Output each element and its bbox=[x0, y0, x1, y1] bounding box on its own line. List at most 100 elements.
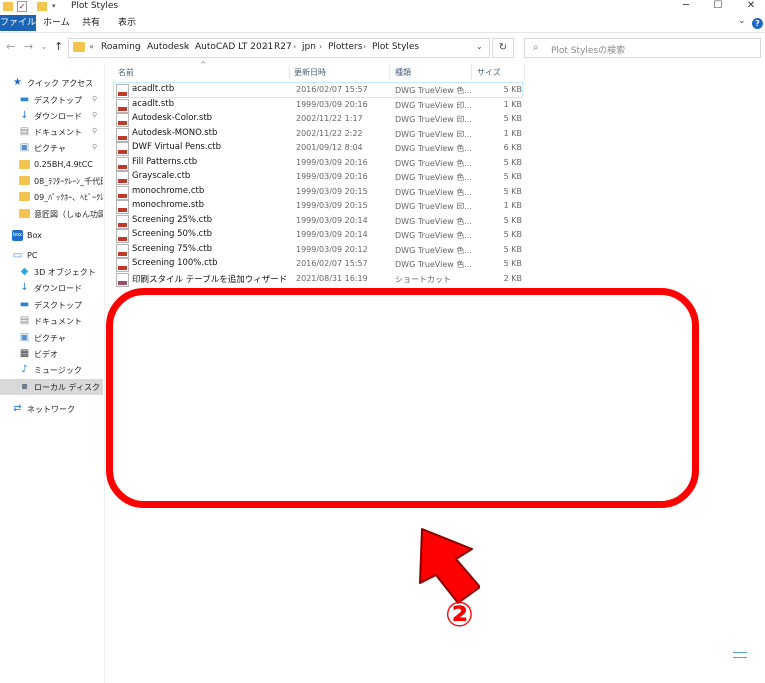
details-view-icon[interactable] bbox=[733, 652, 747, 658]
file-row[interactable]: monochrome.stb 1999/03/09 20:15 DWG TrueVi… bbox=[114, 199, 522, 214]
file-row[interactable]: monochrome.ctb 1999/03/09 20:15 DWG TrueVi… bbox=[114, 185, 522, 200]
sidebar-item[interactable]: ♪ ミュージック bbox=[0, 362, 103, 378]
file-row[interactable]: Autodesk-MONO.stb 2002/11/22 2:22 DWG True… bbox=[114, 127, 522, 142]
breadcrumb-plot-styles[interactable]: Plot Styles bbox=[372, 42, 419, 52]
breadcrumb-autodesk[interactable]: Autodesk bbox=[147, 42, 189, 52]
sidebar-item-label: 意匠図（しゅん功図ﾅ bbox=[34, 210, 103, 219]
plot-style-file-icon bbox=[116, 84, 129, 98]
column-header-size[interactable]: サイズ bbox=[477, 67, 501, 78]
file-type: DWG TrueView 色... bbox=[395, 216, 472, 226]
help-icon[interactable]: ? bbox=[752, 18, 763, 29]
file-row[interactable]: Screening 50%.ctb 1999/03/09 20:14 DWG Tru… bbox=[114, 228, 522, 243]
properties-icon[interactable]: ✓ bbox=[17, 1, 27, 12]
file-row[interactable]: 印刷スタイル テーブルを追加ウィザード 2021/08/31 16:19 ショートカ… bbox=[114, 272, 522, 287]
file-row[interactable]: acadlt.stb 1999/03/09 20:16 DWG TrueView 印… bbox=[114, 98, 522, 113]
file-size: 5 KB bbox=[503, 244, 522, 254]
sidebar-item[interactable]: ▬ デスクトップ bbox=[0, 297, 103, 313]
sidebar-item[interactable]: 0.25BH,4.9tCC bbox=[0, 157, 103, 173]
maximize-button[interactable]: ☐ bbox=[707, 0, 729, 13]
file-row[interactable]: Grayscale.ctb 1999/03/09 20:16 DWG TrueVie… bbox=[114, 170, 522, 185]
search-box[interactable]: ⌕ Plot Stylesの検索 bbox=[524, 38, 761, 58]
search-input[interactable]: Plot Stylesの検索 bbox=[551, 43, 625, 56]
address-bar[interactable]: « Roaming › Autodesk › AutoCAD LT 2021 ›… bbox=[68, 38, 490, 58]
file-row[interactable]: DWF Virtual Pens.ctb 2001/09/12 8:04 DWG T… bbox=[114, 141, 522, 156]
sidebar-item[interactable]: ⇄ ネットワーク bbox=[0, 401, 103, 417]
file-row[interactable]: Fill Patterns.ctb 1999/03/09 20:16 DWG Tru… bbox=[114, 156, 522, 171]
tab-home[interactable]: ホーム bbox=[43, 15, 70, 31]
recent-locations-icon[interactable]: ⌄ bbox=[40, 42, 48, 52]
sidebar-item[interactable]: ▬ デスクトップ ⚲ bbox=[0, 92, 103, 108]
ribbon-expand-icon[interactable]: ⌄ bbox=[738, 16, 746, 26]
file-row[interactable]: Screening 25%.ctb 1999/03/09 20:14 DWG Tru… bbox=[114, 214, 522, 229]
file-row[interactable]: Screening 100%.ctb 2016/02/07 15:57 DWG Tr… bbox=[114, 257, 522, 272]
folder-icon bbox=[19, 209, 30, 218]
column-header-name[interactable]: 名前 bbox=[118, 67, 134, 78]
sort-ascending-icon: ^ bbox=[200, 60, 207, 69]
breadcrumb-roaming[interactable]: Roaming bbox=[101, 42, 141, 52]
minimize-button[interactable]: ─ bbox=[675, 0, 697, 13]
back-button[interactable]: ← bbox=[6, 40, 15, 53]
sidebar-item[interactable]: 08_ﾗﾌﾀｰｸﾚｰﾝ_千代田 bbox=[0, 173, 103, 189]
file-type: DWG TrueView 色... bbox=[395, 231, 472, 240]
sidebar-item[interactable]: ★ クイック アクセス bbox=[0, 75, 103, 91]
column-divider[interactable] bbox=[289, 65, 290, 79]
sidebar-item[interactable]: 意匠図（しゅん功図ﾅ bbox=[0, 206, 103, 222]
column-divider[interactable] bbox=[471, 65, 472, 79]
sidebar-item[interactable]: ▪ ローカル ディスク (C:) bbox=[0, 379, 103, 395]
box-icon: box bbox=[12, 230, 23, 241]
sidebar-item[interactable]: ◆ 3D オブジェクト bbox=[0, 264, 103, 280]
sidebar-item[interactable]: 09_ﾊﾞｯｸﾎｰ、ﾍﾋﾞｰｸﾚｲﾄ bbox=[0, 189, 103, 205]
search-icon: ⌕ bbox=[533, 42, 539, 53]
close-button[interactable]: ✕ bbox=[740, 0, 762, 13]
documents-icon: ▤ bbox=[19, 315, 30, 326]
sidebar-item[interactable]: ↓ ダウンロード bbox=[0, 280, 103, 296]
column-header-type[interactable]: 種類 bbox=[395, 67, 411, 78]
sidebar-item[interactable]: ▣ ピクチャ bbox=[0, 330, 103, 346]
column-header-date[interactable]: 更新日時 bbox=[294, 67, 326, 78]
pin-icon: ⚲ bbox=[92, 95, 98, 103]
tab-share[interactable]: 共有 bbox=[82, 15, 100, 31]
sidebar-item[interactable]: ▤ ドキュメント ⚲ bbox=[0, 124, 103, 140]
file-size: 5 KB bbox=[503, 230, 522, 239]
sidebar-item[interactable]: ▣ ピクチャ ⚲ bbox=[0, 140, 103, 156]
breadcrumb-autocad[interactable]: AutoCAD LT 2021 bbox=[195, 42, 273, 52]
column-divider[interactable] bbox=[389, 65, 390, 79]
file-row[interactable]: acadlt.ctb 2016/02/07 15:57 DWG TrueView 色… bbox=[113, 82, 523, 98]
up-button[interactable]: ↑ bbox=[54, 40, 63, 53]
file-date: 2002/11/22 2:22 bbox=[296, 128, 363, 138]
file-size: 1 KB bbox=[503, 99, 522, 109]
column-divider[interactable] bbox=[524, 65, 525, 79]
chevron-right-icon: › bbox=[265, 42, 269, 51]
file-row[interactable]: Screening 75%.ctb 1999/03/09 20:12 DWG Tru… bbox=[114, 243, 522, 258]
breadcrumb-overflow[interactable]: « bbox=[89, 42, 94, 51]
forward-button[interactable]: → bbox=[24, 40, 33, 53]
desktop-icon: ▬ bbox=[19, 94, 30, 105]
file-size: 5 KB bbox=[503, 259, 522, 268]
new-folder-icon[interactable] bbox=[37, 2, 47, 11]
file-date: 1999/03/09 20:14 bbox=[296, 215, 368, 225]
file-name: monochrome.ctb bbox=[132, 185, 205, 196]
file-name: DWF Virtual Pens.ctb bbox=[132, 142, 221, 152]
sidebar-item[interactable]: box Box bbox=[0, 228, 103, 244]
refresh-button[interactable]: ↻ bbox=[492, 38, 514, 58]
tab-file[interactable]: ファイル bbox=[0, 15, 36, 31]
sidebar-item[interactable]: ▦ ビデオ bbox=[0, 346, 103, 362]
navigation-pane: ★ クイック アクセス ▬ デスクトップ ⚲ ↓ ダウンロード ⚲ ▤ ドキュメント ⚲ ▣ ピクチャ ⚲… bbox=[0, 63, 105, 683]
breadcrumb-r27[interactable]: R27 bbox=[274, 42, 292, 52]
breadcrumb-jpn[interactable]: jpn bbox=[302, 42, 316, 52]
quick-access-dropdown-icon[interactable]: ▾ bbox=[52, 2, 62, 11]
folder-icon bbox=[19, 160, 30, 169]
chevron-right-icon: › bbox=[363, 42, 367, 51]
sidebar-item[interactable]: ▤ ドキュメント bbox=[0, 313, 103, 329]
file-row[interactable]: Autodesk-Color.stb 2002/11/22 1:17 DWG Tru… bbox=[114, 112, 522, 127]
sidebar-item[interactable]: ↓ ダウンロード ⚲ bbox=[0, 108, 103, 124]
sidebar-item-label: 3D オブジェクト bbox=[34, 268, 96, 277]
sidebar-item[interactable]: ▭ PC bbox=[0, 248, 103, 264]
plot-style-file-icon bbox=[116, 258, 129, 272]
tab-view[interactable]: 表示 bbox=[118, 15, 136, 31]
breadcrumb-plotters[interactable]: Plotters bbox=[328, 42, 362, 52]
file-date: 2001/09/12 8:04 bbox=[296, 143, 363, 152]
address-dropdown-icon[interactable]: ⌄ bbox=[476, 42, 483, 51]
plot-style-file-icon bbox=[116, 200, 129, 214]
file-type: DWG TrueView 印... bbox=[395, 100, 472, 110]
